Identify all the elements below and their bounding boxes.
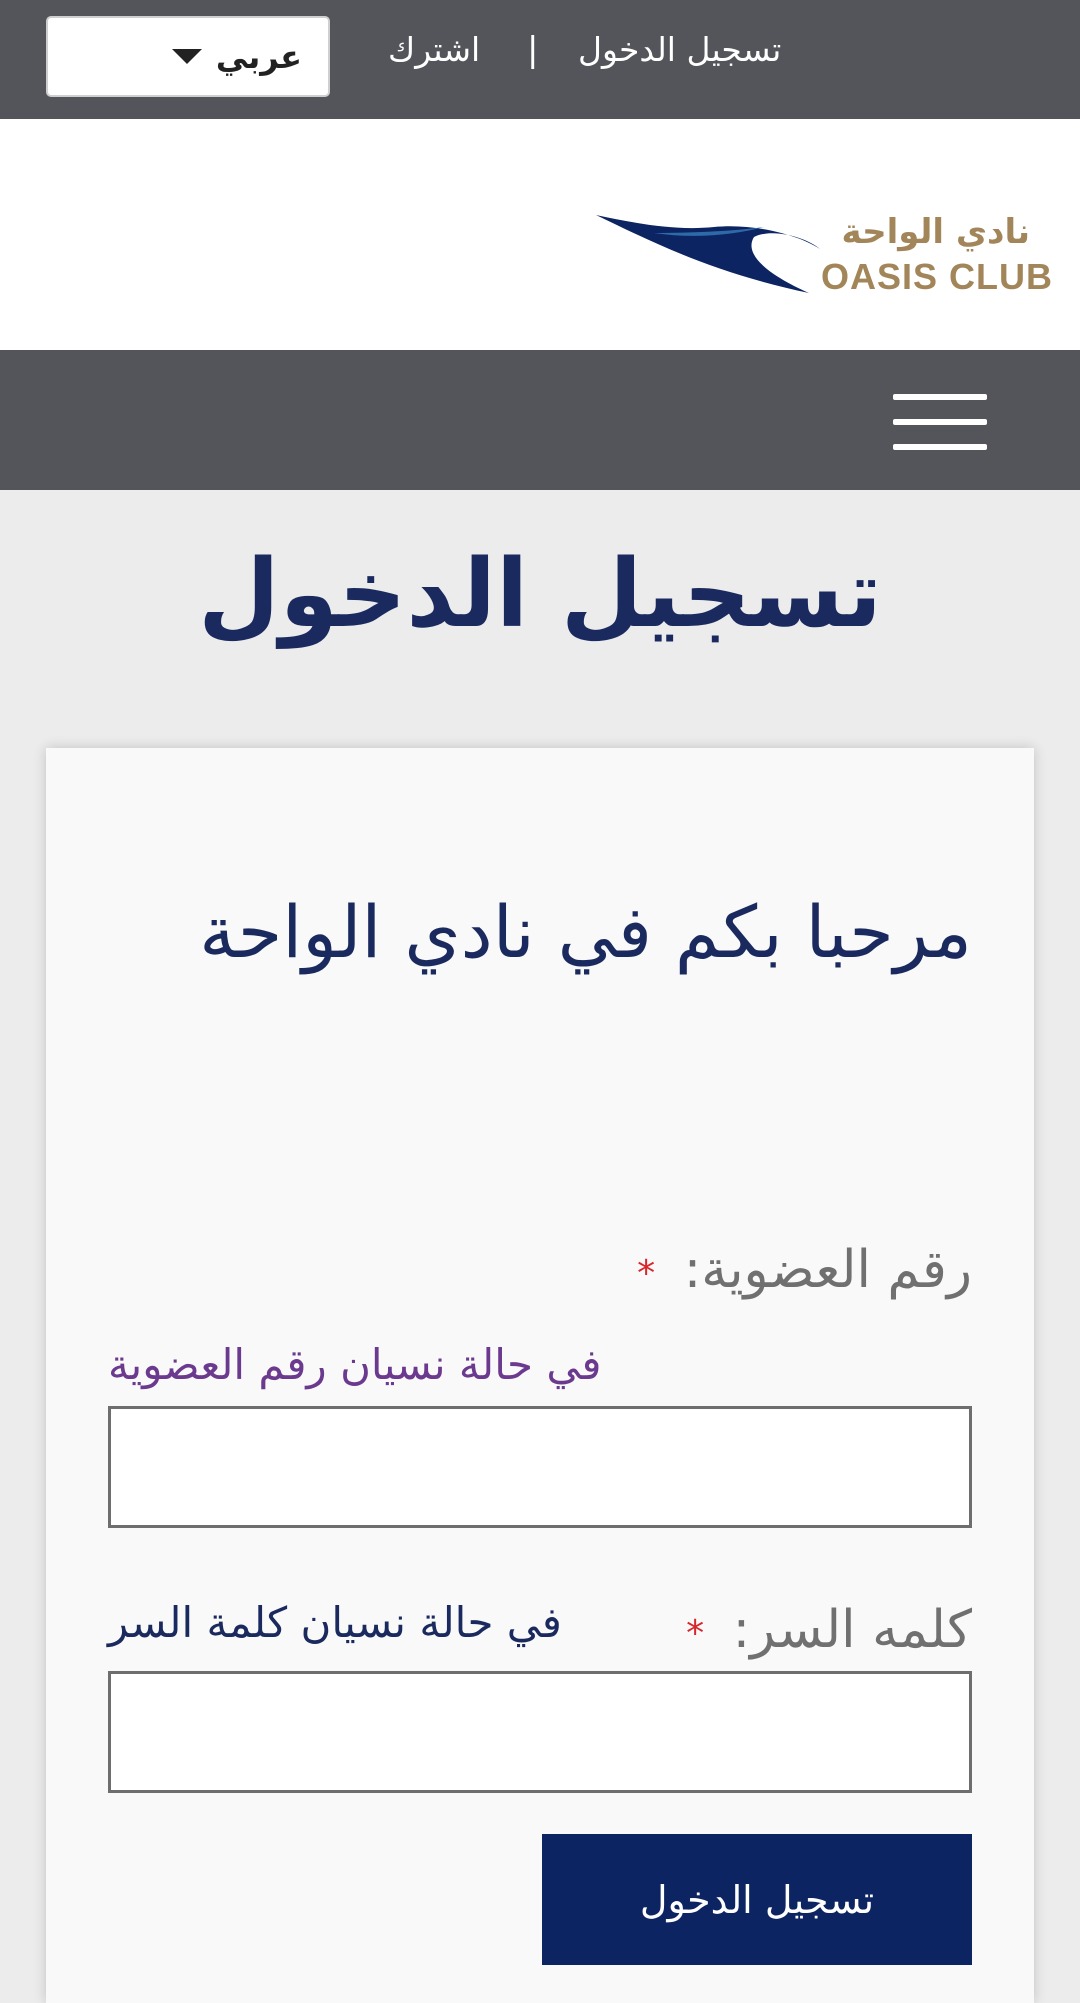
menu-line [893, 419, 987, 425]
logo-swoosh [596, 215, 820, 293]
logo-arabic-text: نادي الواحة [841, 212, 1031, 252]
page-title: تسجيل الدخول [198, 540, 882, 649]
password-input[interactable] [108, 1671, 972, 1793]
signup-link[interactable]: اشترك [388, 30, 480, 69]
forgot-membership-link[interactable]: في حالة نسيان رقم العضوية [108, 1340, 601, 1389]
menu-line [893, 444, 987, 450]
required-mark: * [686, 1612, 705, 1654]
password-label: كلمه السر: * [686, 1600, 972, 1660]
welcome-heading: مرحبا بكم في نادي الواحة [199, 890, 972, 974]
language-select[interactable]: عربي [46, 16, 330, 97]
language-selected-value: عربي [215, 37, 302, 76]
password-label-text: كلمه السر: [732, 1600, 972, 1660]
menu-icon[interactable] [893, 392, 987, 452]
chevron-down-icon [171, 49, 202, 64]
required-mark: * [637, 1252, 656, 1294]
membership-label-text: رقم العضوية: [683, 1240, 972, 1300]
login-link[interactable]: تسجيل الدخول [578, 30, 781, 69]
menu-line [893, 394, 987, 400]
top-link-separator: | [527, 30, 539, 70]
membership-number-input[interactable] [108, 1406, 972, 1528]
forgot-password-link[interactable]: في حالة نسيان كلمة السر [108, 1598, 562, 1647]
logo-english-text: OASIS CLUB [821, 256, 1054, 297]
membership-label: رقم العضوية: * [637, 1240, 972, 1300]
login-submit-button[interactable]: تسجيل الدخول [542, 1834, 972, 1965]
